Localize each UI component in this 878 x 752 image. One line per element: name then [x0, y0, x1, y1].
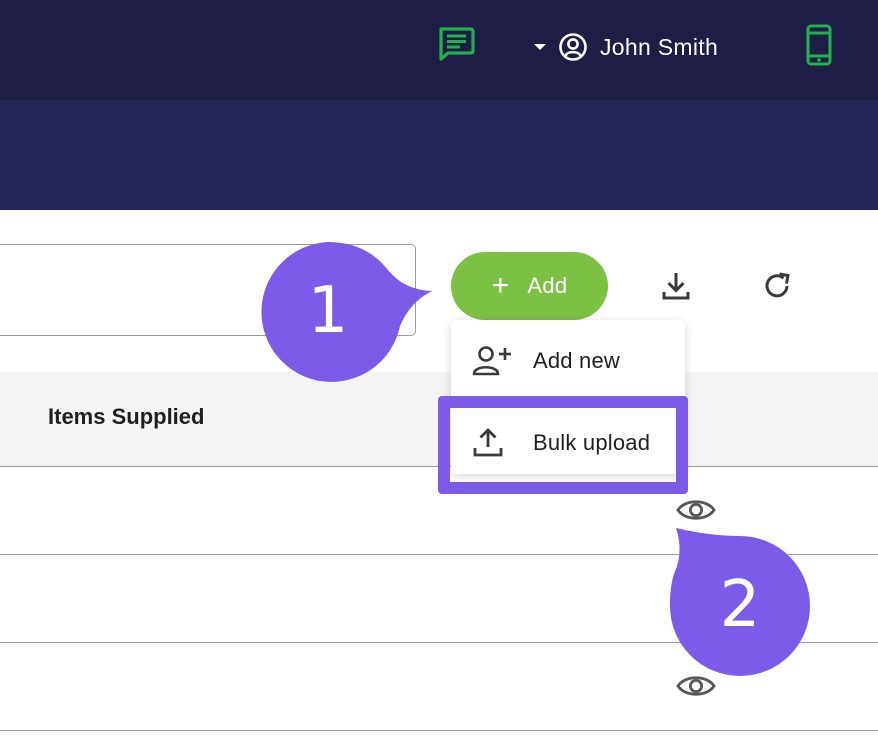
user-menu[interactable]: John Smith: [532, 28, 718, 66]
step-callout-2: 2: [664, 524, 812, 678]
step-callout-1: 1: [256, 240, 436, 384]
download-icon[interactable]: [658, 268, 694, 304]
caret-down-icon: [532, 42, 548, 52]
menu-item-label: Bulk upload: [533, 430, 651, 455]
user-circle-icon: [558, 32, 588, 62]
step-number: 1: [307, 274, 349, 348]
column-header-items-supplied[interactable]: Items Supplied: [48, 404, 204, 430]
menu-item-add-new[interactable]: Add new: [451, 324, 685, 398]
add-dropdown-menu: Add new Bulk upload: [451, 320, 685, 474]
mobile-device-icon[interactable]: [804, 24, 834, 66]
plus-icon: +: [491, 269, 510, 302]
add-button-label: Add: [527, 273, 568, 298]
view-eye-icon[interactable]: [676, 496, 716, 524]
add-button[interactable]: + Add: [451, 252, 608, 320]
add-user-icon: [471, 344, 515, 378]
sub-header-bar: [0, 100, 878, 210]
upload-icon: [471, 427, 515, 459]
table-row: [0, 730, 878, 731]
message-icon[interactable]: [436, 26, 476, 62]
refresh-icon[interactable]: [760, 268, 796, 304]
step-number: 2: [719, 568, 761, 642]
user-name: John Smith: [600, 33, 719, 60]
menu-item-bulk-upload[interactable]: Bulk upload: [451, 406, 685, 480]
menu-item-label: Add new: [533, 348, 621, 373]
